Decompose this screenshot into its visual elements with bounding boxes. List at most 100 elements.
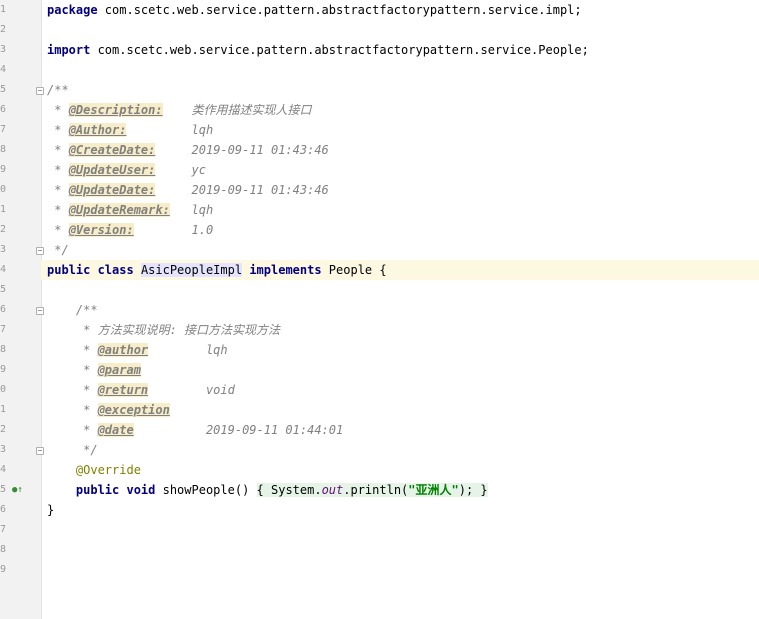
- code-line[interactable]: /**: [47, 300, 759, 320]
- keyword: public class: [47, 263, 134, 277]
- doc-value: lqh: [191, 203, 214, 217]
- code-line[interactable]: * @Description: 类作用描述实现人接口: [47, 100, 759, 120]
- doc-star: *: [47, 183, 69, 197]
- code-line-current[interactable]: public class AsicPeopleImpl implements P…: [41, 260, 759, 280]
- code-line[interactable]: * @UpdateUser: yc: [47, 160, 759, 180]
- method-call-end: );: [458, 483, 481, 497]
- code-line[interactable]: package com.scetc.web.service.pattern.ab…: [47, 0, 759, 20]
- doc-pad: [134, 423, 206, 437]
- doc-value: 2019-09-11 01:43:46: [191, 143, 329, 157]
- doc-comment-close: */: [47, 243, 69, 257]
- doc-tag: @return: [97, 383, 149, 397]
- line-number: 6: [0, 504, 6, 515]
- doc-pad: [148, 383, 206, 397]
- fold-icon[interactable]: [36, 87, 44, 95]
- method-call: System.: [263, 483, 322, 497]
- doc-tag: @author: [97, 343, 149, 357]
- fold-icon[interactable]: [36, 307, 44, 315]
- doc-tag: @date: [97, 423, 134, 437]
- doc-value: void: [205, 383, 235, 397]
- doc-pad: [134, 223, 192, 237]
- line-number: 9: [0, 164, 6, 175]
- doc-star: *: [47, 403, 98, 417]
- doc-star: *: [47, 123, 69, 137]
- doc-comment-open: /**: [47, 83, 69, 97]
- doc-star: *: [47, 343, 98, 357]
- doc-pad: [155, 163, 191, 177]
- line-number: 2: [0, 224, 6, 235]
- doc-tag: @exception: [97, 403, 170, 417]
- line-number: 3: [0, 444, 6, 455]
- line-number: 1: [0, 204, 6, 215]
- annotation: @Override: [47, 463, 141, 477]
- fold-icon[interactable]: [36, 247, 44, 255]
- line-number: 9: [0, 564, 6, 575]
- code-line[interactable]: * @Version: 1.0: [47, 220, 759, 240]
- doc-star: *: [47, 383, 98, 397]
- doc-tag: @UpdateDate:: [68, 183, 156, 197]
- code-line[interactable]: * @exception: [47, 400, 759, 420]
- line-number: 8: [0, 344, 6, 355]
- code-line[interactable]: /**: [47, 80, 759, 100]
- keyword: import: [47, 43, 91, 57]
- line-number: 4: [0, 464, 6, 475]
- code-line[interactable]: * 方法实现说明: 接口方法实现方法: [47, 320, 759, 340]
- line-number: 0: [0, 184, 6, 195]
- doc-comment-close: */: [47, 443, 98, 457]
- doc-star: *: [47, 103, 69, 117]
- line-number: 9: [0, 364, 6, 375]
- doc-value: lqh: [205, 343, 228, 357]
- doc-comment-open: /**: [47, 303, 98, 317]
- doc-tag: @CreateDate:: [68, 143, 156, 157]
- line-number: 7: [0, 124, 6, 135]
- doc-value: 2019-09-11 01:43:46: [191, 183, 329, 197]
- doc-description: * 方法实现说明: 接口方法实现方法: [47, 323, 281, 337]
- line-number: 6: [0, 304, 6, 315]
- line-number: 8: [0, 544, 6, 555]
- doc-tag: @Version:: [68, 223, 134, 237]
- keyword: public void: [47, 483, 156, 497]
- doc-tag: @Author:: [68, 123, 127, 137]
- doc-value: yc: [191, 163, 206, 177]
- code-line[interactable]: * @return void: [47, 380, 759, 400]
- code-line[interactable]: }: [47, 500, 759, 520]
- doc-pad: [163, 103, 192, 117]
- code-line[interactable]: * @Author: lqh: [47, 120, 759, 140]
- line-number-gutter[interactable]: ●↑ 1 2 3 4 5 6 7 8 9 0 1 2 3 4 5 6 7 8 9 0 1 2 3 4 5 6 7 8 9: [0, 0, 44, 619]
- code-line[interactable]: * @UpdateDate: 2019-09-11 01:43:46: [47, 180, 759, 200]
- brace: }: [480, 483, 488, 497]
- doc-value: 类作用描述实现人接口: [191, 103, 312, 117]
- line-number: 8: [0, 144, 6, 155]
- line-number: 3: [0, 44, 6, 55]
- code-line[interactable]: */: [47, 240, 759, 260]
- doc-pad: [170, 203, 192, 217]
- line-number: 5: [0, 284, 6, 295]
- code-line[interactable]: @Override: [47, 460, 759, 480]
- package-name: com.scetc.web.service.pattern.abstractfa…: [97, 3, 582, 17]
- fold-icon[interactable]: [36, 447, 44, 455]
- interface-name: People {: [321, 263, 387, 277]
- line-number: 6: [0, 104, 6, 115]
- string-literal: "亚洲人": [408, 483, 459, 497]
- class-name[interactable]: AsicPeopleImpl: [140, 263, 243, 277]
- code-line[interactable]: * @param: [47, 360, 759, 380]
- doc-star: *: [47, 363, 98, 377]
- code-line[interactable]: */: [47, 440, 759, 460]
- code-line[interactable]: * @author lqh: [47, 340, 759, 360]
- line-number: 1: [0, 404, 6, 415]
- brace: {: [256, 483, 264, 497]
- code-line[interactable]: import com.scetc.web.service.pattern.abs…: [47, 40, 759, 60]
- code-line[interactable]: * @date 2019-09-11 01:44:01: [47, 420, 759, 440]
- code-editor[interactable]: ●↑ 1 2 3 4 5 6 7 8 9 0 1 2 3 4 5 6 7 8 9 0 1 2 3 4 5 6 7 8 9 package…: [0, 0, 759, 619]
- doc-tag: @param: [97, 363, 141, 377]
- doc-pad: [155, 183, 191, 197]
- code-line[interactable]: * @UpdateRemark: lqh: [47, 200, 759, 220]
- code-line[interactable]: public void showPeople() { System.out.pr…: [47, 480, 759, 500]
- implements-method-icon[interactable]: ●↑: [12, 484, 26, 496]
- static-field: out: [321, 483, 344, 497]
- doc-pad: [126, 123, 191, 137]
- keyword: implements: [249, 263, 322, 277]
- code-line[interactable]: * @CreateDate: 2019-09-11 01:43:46: [47, 140, 759, 160]
- doc-pad: [155, 143, 191, 157]
- line-number: 5: [0, 84, 6, 95]
